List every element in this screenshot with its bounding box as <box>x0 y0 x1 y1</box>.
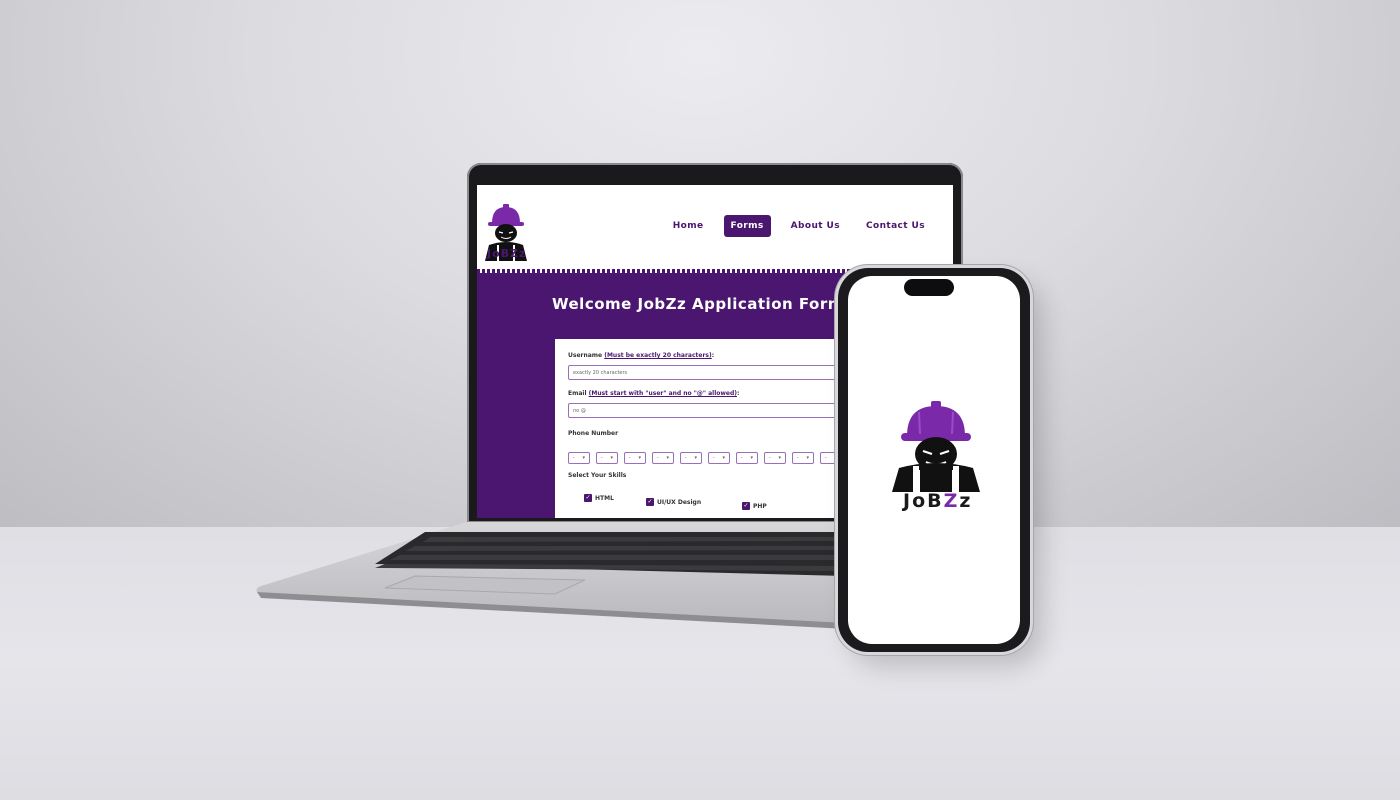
chevron-down-icon: ▾ <box>694 455 698 461</box>
phone-digit-select[interactable]: - ▾ <box>624 452 646 464</box>
logo-text-prefix: JoB <box>903 490 944 512</box>
username-hint: (Must be exactly 20 characters) <box>604 352 712 359</box>
email-label-text: Email <box>568 390 587 397</box>
chevron-down-icon: ▾ <box>778 455 782 461</box>
chevron-down-icon: ▾ <box>806 455 810 461</box>
phone-digit-value: - <box>656 455 659 461</box>
phone-digit-select[interactable]: - ▾ <box>652 452 674 464</box>
jobzz-logo-icon <box>892 401 980 492</box>
phone-digit-select[interactable]: - ▾ <box>568 452 590 464</box>
phone-digit-select[interactable]: - ▾ <box>680 452 702 464</box>
chevron-down-icon: ▾ <box>750 455 754 461</box>
email-label: Email (Must start with "user" and no "@"… <box>568 390 740 397</box>
phone-digit-value: - <box>628 455 631 461</box>
skill-label: HTML <box>595 494 614 502</box>
nav-home[interactable]: Home <box>667 217 710 235</box>
phone-digit-select[interactable]: - ▾ <box>736 452 758 464</box>
phone-digit-select[interactable]: - ▾ <box>596 452 618 464</box>
username-input[interactable]: exactly 20 characters <box>568 365 868 380</box>
email-hint: (Must start with "user" and no "@" allow… <box>588 390 738 397</box>
skill-label: PHP <box>753 502 767 510</box>
phone-digit-select[interactable]: - ▾ <box>708 452 730 464</box>
phone-digit-value: - <box>824 455 827 461</box>
skills-label: Select Your Skills <box>568 472 627 479</box>
main-nav: Home Forms About Us Contact Us <box>667 215 931 237</box>
username-label-text: Username <box>568 352 603 359</box>
username-label: Username (Must be exactly 20 characters)… <box>568 352 715 359</box>
skill-label: UI/UX Design <box>657 498 702 506</box>
chevron-down-icon: ▾ <box>666 455 670 461</box>
nav-forms[interactable]: Forms <box>723 215 771 237</box>
phone-digit-value: - <box>768 455 771 461</box>
email-input[interactable]: no @ <box>568 403 868 418</box>
chevron-down-icon: ▾ <box>638 455 642 461</box>
phone-digit-select[interactable]: - ▾ <box>792 452 814 464</box>
skill-checkbox-html[interactable]: ✓ HTML <box>584 494 614 502</box>
checkmark-icon: ✓ <box>742 502 750 510</box>
skill-checkbox-php[interactable]: ✓ PHP <box>742 502 767 510</box>
chevron-down-icon: ▾ <box>834 455 838 461</box>
checkmark-icon: ✓ <box>584 494 592 502</box>
phone-logo-text: JoBZz <box>903 490 972 512</box>
phone-digit-value: - <box>712 455 715 461</box>
phone-number-row: - ▾ - ▾ - ▾ - ▾ - ▾ - ▾ - ▾ - ▾ - ▾ - ▾ <box>568 452 842 464</box>
chevron-down-icon: ▾ <box>610 455 614 461</box>
nav-contact-us[interactable]: Contact Us <box>860 217 931 235</box>
phone-digit-value: - <box>796 455 799 461</box>
phone-digit-value: - <box>572 455 575 461</box>
nav-about-us[interactable]: About Us <box>785 217 846 235</box>
checkmark-icon: ✓ <box>646 498 654 506</box>
chevron-down-icon: ▾ <box>722 455 726 461</box>
site-header: JoBZz Home Forms About Us Contact Us <box>477 185 953 269</box>
phone-digit-value: - <box>600 455 603 461</box>
page-title: Welcome JobZz Application Form <box>552 295 844 313</box>
logo-text-suffix: z <box>959 490 973 512</box>
site-logo-text: JoBZz <box>487 247 527 260</box>
phone-digit-value: - <box>740 455 743 461</box>
phone-digit-select[interactable]: - ▾ <box>764 452 786 464</box>
chevron-down-icon: ▾ <box>582 455 586 461</box>
skill-checkbox-uiux[interactable]: ✓ UI/UX Design <box>646 498 701 506</box>
phone-label: Phone Number <box>568 430 619 437</box>
logo-text-accent: Z <box>943 490 960 512</box>
phone-digit-value: - <box>684 455 687 461</box>
dynamic-island <box>904 279 954 296</box>
